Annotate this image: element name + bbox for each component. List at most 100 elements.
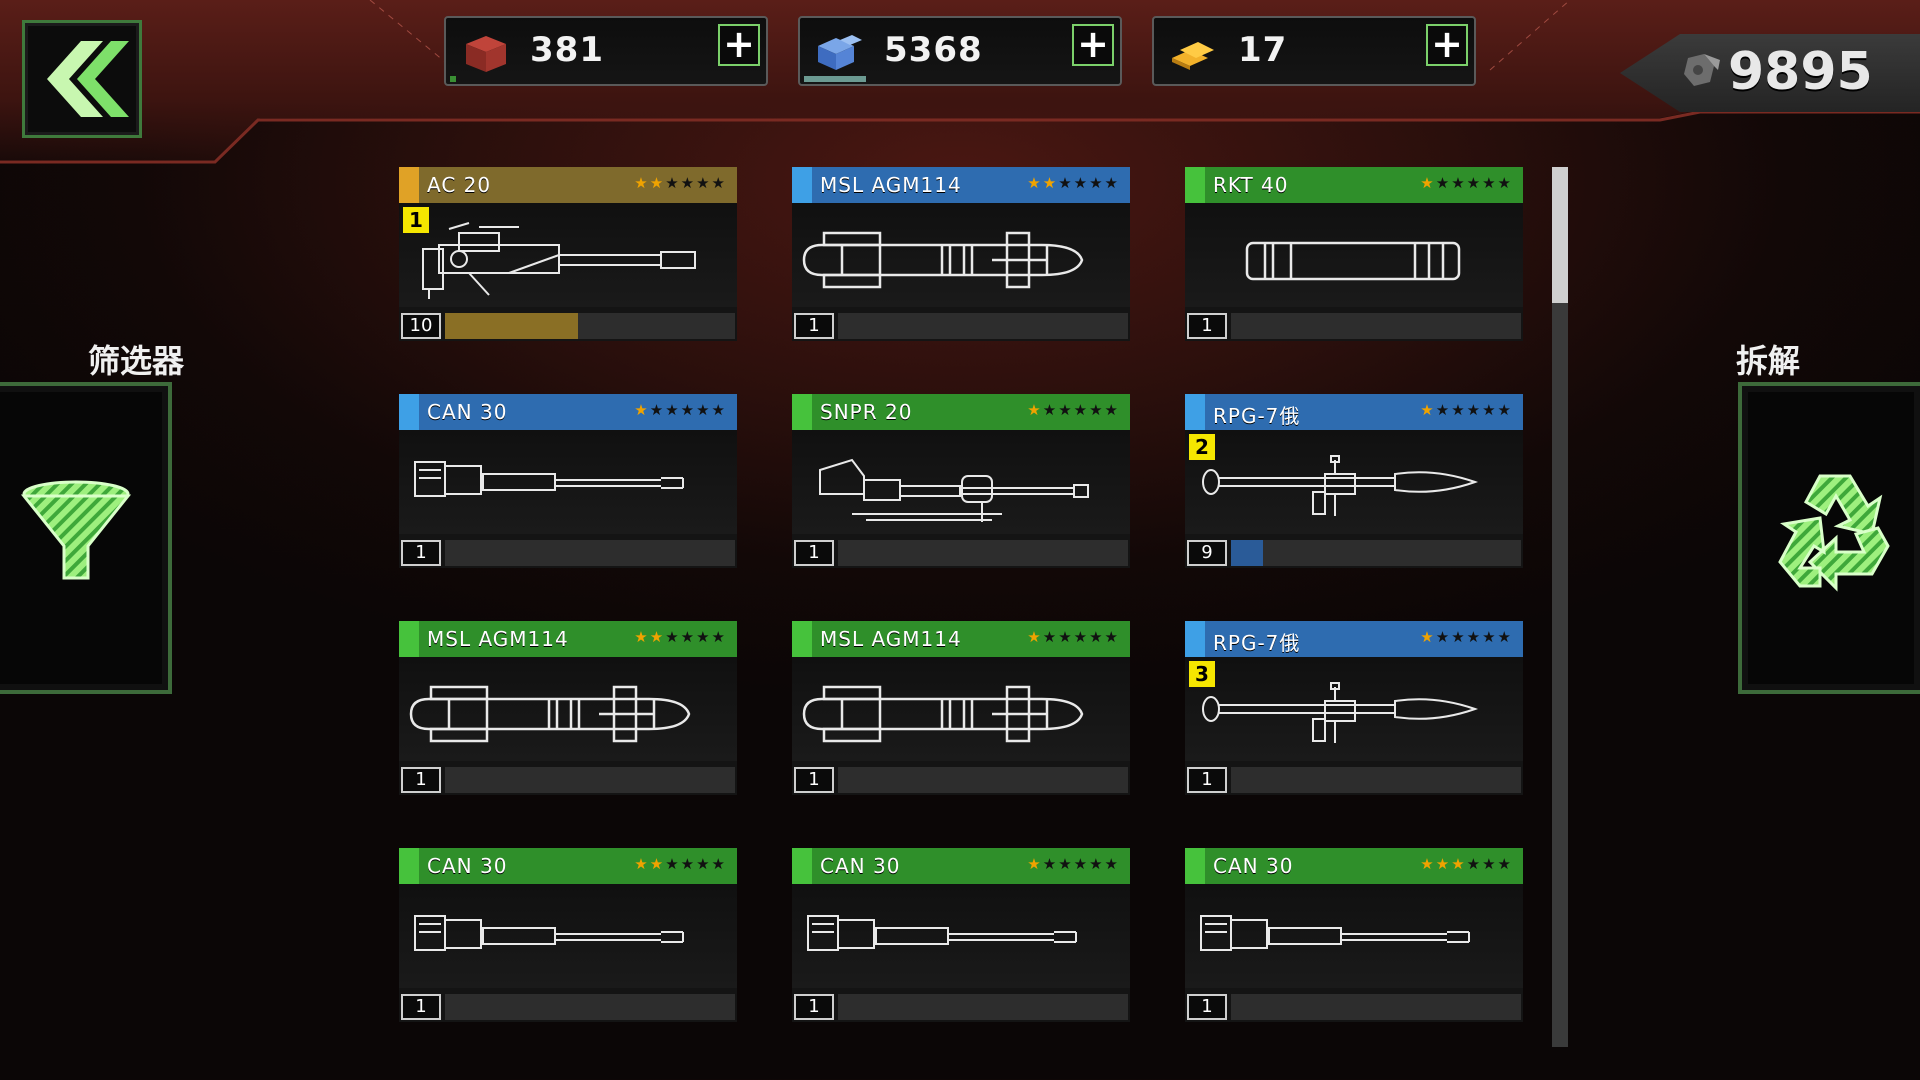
filter-label: 筛选器 [88, 342, 185, 380]
star-icon: ★ [1497, 401, 1513, 419]
star-icon: ★ [711, 855, 727, 873]
star-icon: ★ [1058, 628, 1074, 646]
star-icon: ★ [634, 628, 650, 646]
add-supply-button[interactable]: + [718, 24, 760, 66]
star-icon: ★ [1027, 401, 1043, 419]
item-card-header: RKT 40 ★★★★★★ [1185, 167, 1523, 203]
item-progress-track [1231, 313, 1521, 339]
item-card[interactable]: RKT 40 ★★★★★★ 1 [1185, 167, 1523, 341]
item-card[interactable]: SNPR 20 ★★★★★★ 1 [792, 394, 1130, 568]
item-level: 10 [401, 313, 441, 339]
slot-badge: 3 [1189, 661, 1215, 687]
item-card[interactable]: CAN 30 ★★★★★★ 1 [399, 848, 737, 1022]
item-name: CAN 30 [820, 854, 901, 878]
item-name: RPG-7俄 [1213, 631, 1301, 655]
resource-value: 17 [1238, 30, 1288, 70]
item-stars: ★★★★★★ [1027, 401, 1120, 419]
star-icon: ★ [1104, 855, 1120, 873]
star-icon: ★ [1497, 628, 1513, 646]
resource-value: 381 [530, 30, 604, 70]
item-stars: ★★★★★★ [1420, 855, 1513, 873]
star-icon: ★ [649, 401, 666, 419]
star-icon: ★ [711, 174, 727, 192]
currency-value: 9895 [1728, 42, 1873, 102]
cannon-icon [807, 915, 1077, 951]
rarity-accent [1185, 848, 1205, 884]
funnel-icon [20, 480, 132, 580]
back-button[interactable] [22, 20, 142, 138]
item-grid: AC 20 ★★★★★★ 1 10 MSL AGM114 ★★★★★★ 1 RK… [399, 167, 1523, 1025]
item-card[interactable]: MSL AGM114 ★★★★★★ 1 [399, 621, 737, 795]
star-icon: ★ [1466, 401, 1483, 419]
star-icon: ★ [665, 174, 681, 192]
currency-display: 9895 [1620, 34, 1920, 112]
star-icon: ★ [1482, 855, 1498, 873]
item-card[interactable]: CAN 30 ★★★★★★ 1 [399, 394, 737, 568]
item-level: 1 [401, 994, 441, 1020]
star-icon: ★ [649, 855, 666, 873]
item-name: CAN 30 [1213, 854, 1294, 878]
rocket-pod-icon [1245, 241, 1461, 281]
item-stars: ★★★★★★ [634, 628, 727, 646]
item-progress-track [445, 540, 735, 566]
star-icon: ★ [1482, 401, 1498, 419]
item-stars: ★★★★★★ [1420, 628, 1513, 646]
slot-badge: 1 [403, 207, 429, 233]
item-card-header: SNPR 20 ★★★★★★ [792, 394, 1130, 430]
star-icon: ★ [680, 628, 697, 646]
autocannon-icon [422, 222, 696, 299]
item-card-header: MSL AGM114 ★★★★★★ [399, 621, 737, 657]
star-icon: ★ [1435, 174, 1452, 192]
star-icon: ★ [1420, 628, 1436, 646]
star-icon: ★ [1466, 628, 1483, 646]
star-icon: ★ [1104, 401, 1120, 419]
item-card[interactable]: RPG-7俄 ★★★★★★ 3 1 [1185, 621, 1523, 795]
item-stars: ★★★★★★ [1027, 855, 1120, 873]
add-crystal-button[interactable]: + [1072, 24, 1114, 66]
item-level: 1 [794, 767, 834, 793]
star-icon: ★ [1466, 855, 1483, 873]
dismantle-button[interactable] [1738, 382, 1920, 694]
item-card-header: CAN 30 ★★★★★★ [1185, 848, 1523, 884]
star-icon: ★ [1073, 174, 1090, 192]
item-card[interactable]: MSL AGM114 ★★★★★★ 1 [792, 621, 1130, 795]
item-stars: ★★★★★★ [1420, 174, 1513, 192]
rarity-accent [399, 167, 419, 203]
item-card[interactable]: CAN 30 ★★★★★★ 1 [1185, 848, 1523, 1022]
item-card[interactable]: MSL AGM114 ★★★★★★ 1 [792, 167, 1130, 341]
cannon-icon [414, 915, 684, 951]
item-level: 1 [1187, 767, 1227, 793]
star-icon: ★ [1058, 855, 1074, 873]
item-card[interactable]: CAN 30 ★★★★★★ 1 [792, 848, 1130, 1022]
gold-bars-icon [1172, 42, 1214, 70]
cannon-icon [414, 461, 684, 497]
item-progress-track [1231, 540, 1521, 566]
star-icon: ★ [1089, 401, 1105, 419]
star-icon: ★ [1497, 174, 1513, 192]
scrollbar[interactable] [1552, 167, 1568, 1047]
star-icon: ★ [1073, 628, 1090, 646]
rarity-accent [792, 394, 812, 430]
star-icon: ★ [680, 855, 697, 873]
rpg-icon [1202, 682, 1479, 743]
star-icon: ★ [1089, 628, 1105, 646]
item-card-header: AC 20 ★★★★★★ [399, 167, 737, 203]
star-icon: ★ [696, 174, 712, 192]
scroll-thumb[interactable] [1552, 167, 1568, 303]
item-card[interactable]: RPG-7俄 ★★★★★★ 2 9 [1185, 394, 1523, 568]
item-name: RPG-7俄 [1213, 404, 1301, 428]
item-stars: ★★★★★★ [634, 855, 727, 873]
star-icon: ★ [665, 855, 681, 873]
item-level: 1 [794, 994, 834, 1020]
add-gold-button[interactable]: + [1426, 24, 1468, 66]
item-card[interactable]: AC 20 ★★★★★★ 1 10 [399, 167, 737, 341]
item-card-header: RPG-7俄 ★★★★★★ [1185, 394, 1523, 430]
star-icon: ★ [1497, 855, 1513, 873]
star-icon: ★ [711, 401, 727, 419]
item-progress-track [445, 313, 735, 339]
star-icon: ★ [1027, 174, 1043, 192]
filter-button[interactable] [0, 382, 172, 694]
star-icon: ★ [1058, 174, 1074, 192]
cannon-icon [1200, 915, 1470, 951]
star-icon: ★ [680, 174, 697, 192]
